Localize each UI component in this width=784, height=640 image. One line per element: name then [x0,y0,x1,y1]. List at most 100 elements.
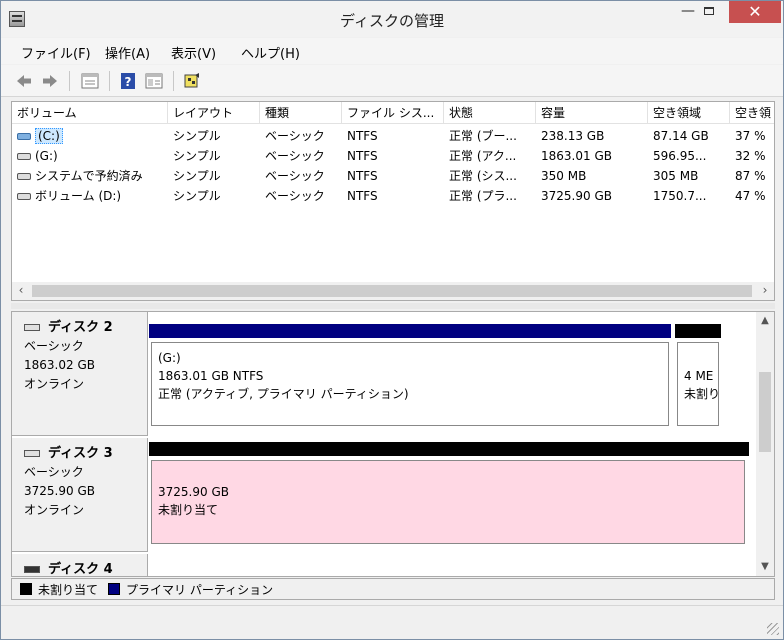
disk-name: ディスク 3 [24,444,147,463]
filesystem-cell: NTFS [347,189,378,203]
volume-icon [17,133,31,140]
type-cell: ベーシック [265,189,325,203]
menu-file[interactable]: ファイル(F) [21,43,91,62]
disk-graphical-pane: ディスク 2 ベーシック 1863.02 GB オンライン (G:) 1863.… [11,311,775,577]
volume-cell: システムで予約済み [12,166,168,186]
volume-name: (G:) [35,149,58,163]
toolbar-separator [173,71,174,91]
partition-label: (G:) [158,351,181,365]
disk-status: オンライン [24,377,85,391]
capacity-cell: 3725.90 GB [541,189,612,203]
volume-cell: (C:) [12,126,168,146]
layout-cell: シンプル [173,149,221,163]
volume-name: ボリューム (D:) [35,189,122,203]
disk-4-info[interactable]: ディスク 4 [12,554,148,576]
help-icon[interactable]: ? [119,73,137,89]
unallocated-partition[interactable]: 3725.90 GB 未割り当て [151,460,745,544]
maximize-button[interactable] [695,1,723,23]
free-space-cell: 305 MB [653,169,699,183]
capacity-cell: 238.13 GB [541,129,605,143]
properties-icon[interactable] [81,73,99,89]
partition-size: 1863.01 GB NTFS [158,369,264,383]
unallocated-partition[interactable]: 4 ME 未割り [677,342,719,426]
scroll-down-icon[interactable]: ▼ [756,558,774,576]
menu-view[interactable]: 表示(V) [171,43,216,62]
back-icon[interactable] [15,73,33,89]
forward-icon[interactable] [41,73,59,89]
table-row[interactable]: ボリューム (D:) シンプル ベーシック NTFS 正常 (プラ... 372… [12,186,774,206]
pane-splitter[interactable] [11,303,775,309]
type-cell: ベーシック [265,149,325,163]
percent-free-cell: 37 % [735,129,766,143]
toolbar-separator [109,71,110,91]
svg-text:?: ? [125,75,132,89]
horizontal-scrollbar[interactable]: ‹ › [12,282,774,300]
legend-swatch-primary [108,583,120,595]
unallocated-header [149,442,749,456]
percent-free-cell: 87 % [735,169,766,183]
disk-status: オンライン [24,503,85,517]
maximize-icon [704,7,714,15]
disk-2-info[interactable]: ディスク 2 ベーシック 1863.02 GB オンライン [12,312,148,436]
vertical-scrollbar[interactable]: ▲ ▼ [756,312,774,576]
status-cell: 正常 (プラ... [449,189,517,203]
toolbar-separator [69,71,70,91]
volume-cell: (G:) [12,146,168,166]
menu-help[interactable]: ヘルプ(H) [241,43,300,62]
close-button[interactable]: ✕ [729,1,781,23]
scrollbar-thumb[interactable] [32,285,752,297]
table-row[interactable]: システムで予約済み シンプル ベーシック NTFS 正常 (シス... 350 … [12,166,774,186]
table-row[interactable]: (C:) シンプル ベーシック NTFS 正常 (ブー... 238.13 GB… [12,126,774,146]
column-header-type[interactable]: 種類 [260,102,342,124]
layout-cell: シンプル [173,169,221,183]
volume-icon [17,193,31,200]
partition-g[interactable]: (G:) 1863.01 GB NTFS 正常 (アクティブ, プライマリ パー… [151,342,669,426]
legend-label-primary: プライマリ パーティション [126,583,274,597]
disk-name: ディスク 2 [24,318,147,337]
type-cell: ベーシック [265,169,325,183]
volume-cell: ボリューム (D:) [12,186,168,206]
partition-size: 4 ME [684,369,714,383]
column-header-capacity[interactable]: 容量 [536,102,648,124]
layout-cell: シンプル [173,129,221,143]
partition-status: 未割り当て [158,503,219,517]
status-cell: 正常 (アク... [449,149,517,163]
column-header-status[interactable]: 状態 [444,102,536,124]
disk-management-window: ディスクの管理 — ✕ ファイル(F) 操作(A) 表示(V) ヘルプ(H) ?… [0,0,784,640]
menu-bar: ファイル(F) 操作(A) 表示(V) ヘルプ(H) [1,38,783,64]
column-header-free-space[interactable]: 空き領域 [648,102,730,124]
disk-3-partitions: 3725.90 GB 未割り当て [149,438,755,552]
disk-2-partitions: (G:) 1863.01 GB NTFS 正常 (アクティブ, プライマリ パー… [149,312,755,436]
column-header-volume[interactable]: ボリューム [12,102,168,124]
view-icon[interactable] [145,73,163,89]
disk-type: ベーシック [24,339,84,353]
toolbar: ? [1,65,783,97]
scroll-up-icon[interactable]: ▲ [756,312,774,330]
settings-icon[interactable] [183,73,201,89]
menu-action[interactable]: 操作(A) [105,43,150,62]
partition-status: 未割り [684,387,719,401]
scroll-left-icon[interactable]: ‹ [12,282,30,300]
capacity-cell: 350 MB [541,169,587,183]
free-space-cell: 596.95... [653,149,707,163]
column-header-percent-free[interactable]: 空き領 [730,102,774,124]
title-bar: ディスクの管理 — ✕ [1,1,783,37]
status-bar [1,605,783,639]
resize-grip-icon[interactable] [767,623,779,635]
column-header-layout[interactable]: レイアウト [168,102,260,124]
free-space-cell: 87.14 GB [653,129,709,143]
disk-type: ベーシック [24,465,84,479]
primary-partition-header [149,324,671,338]
volume-table-header: ボリューム レイアウト 種類 ファイル シス... 状態 容量 空き領域 空き領 [12,102,774,124]
scroll-right-icon[interactable]: › [756,282,774,300]
scrollbar-thumb[interactable] [759,372,771,452]
column-header-filesystem[interactable]: ファイル シス... [342,102,444,124]
percent-free-cell: 32 % [735,149,766,163]
disk-3-info[interactable]: ディスク 3 ベーシック 3725.90 GB オンライン [12,438,148,552]
unallocated-header [675,324,721,338]
table-row[interactable]: (G:) シンプル ベーシック NTFS 正常 (アク... 1863.01 G… [12,146,774,166]
disk-size: 1863.02 GB [24,358,95,372]
disk-drive-icon [24,566,40,573]
volume-name: (C:) [35,128,63,144]
partition-status: 正常 (アクティブ, プライマリ パーティション) [158,387,409,401]
